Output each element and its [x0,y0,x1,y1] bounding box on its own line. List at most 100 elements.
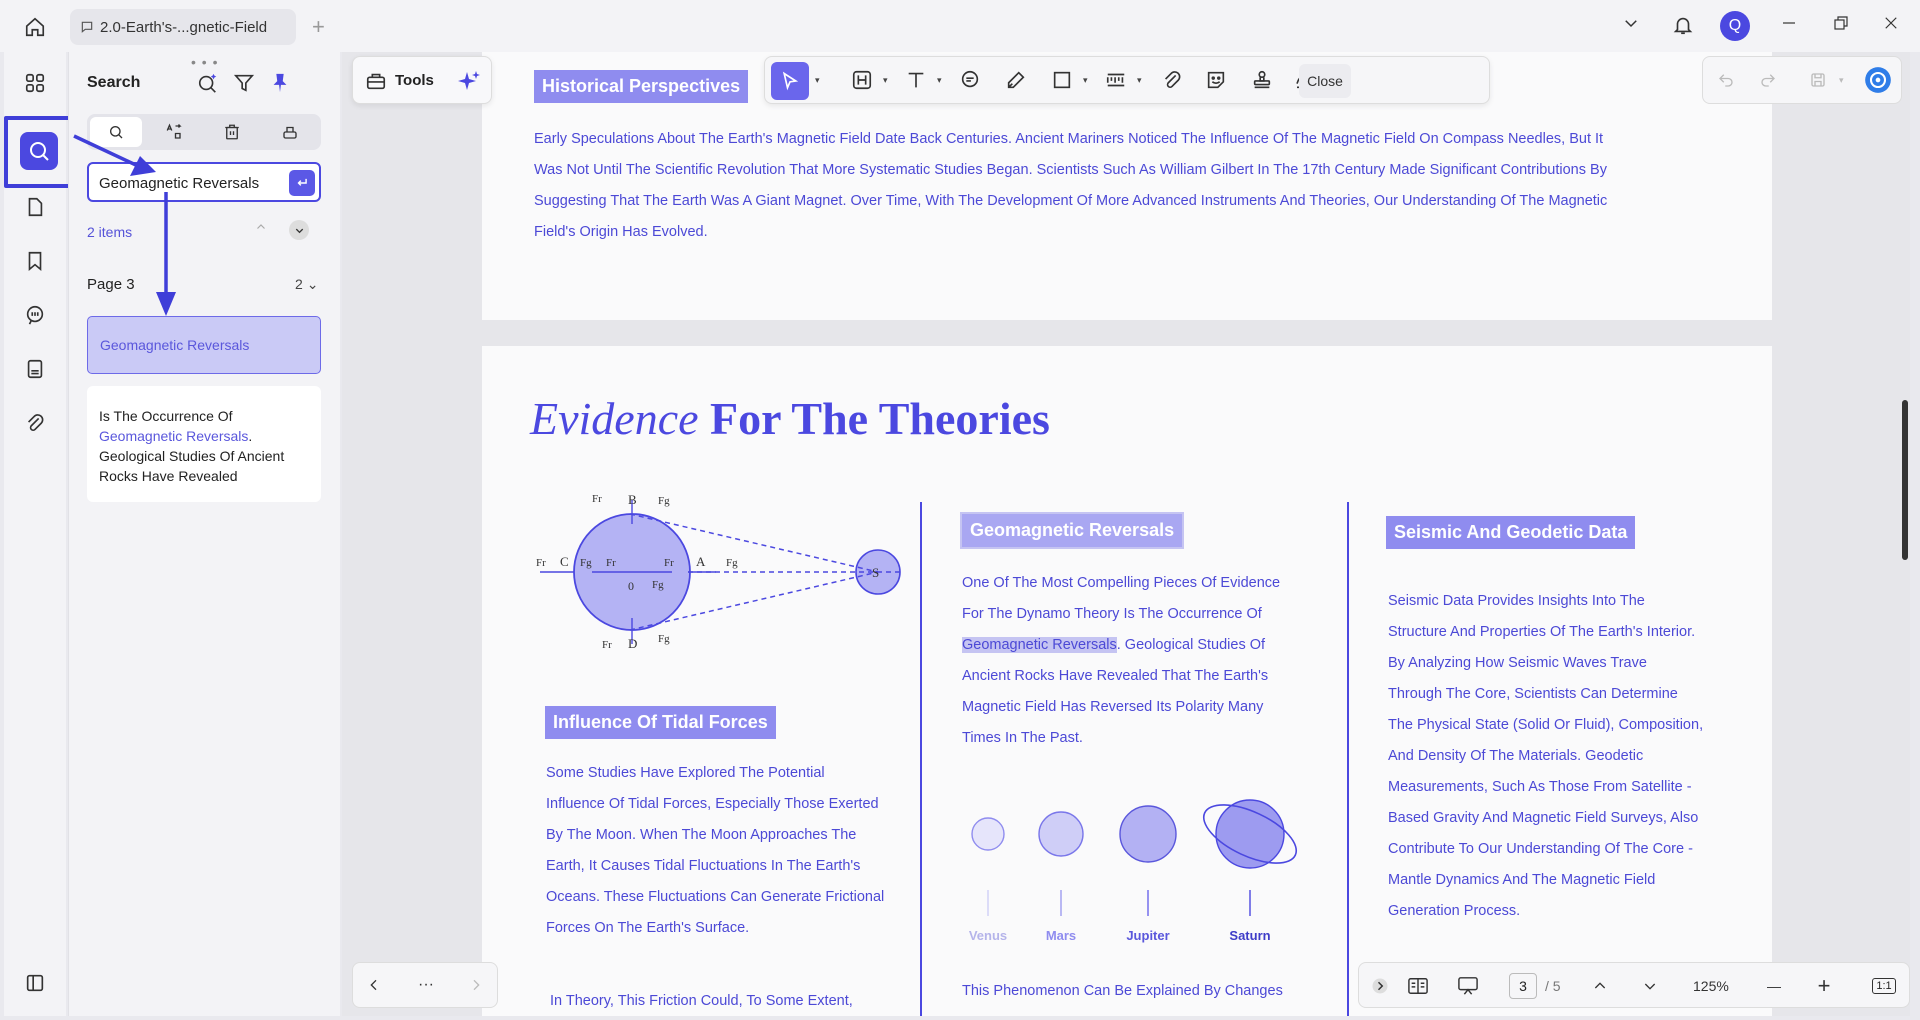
form-icon[interactable] [16,350,54,388]
search-rail-highlight [4,116,74,188]
panel-title: Search [87,74,141,91]
close-window-icon[interactable] [1882,14,1900,32]
save-icon[interactable] [1803,65,1833,95]
chevron-down-icon[interactable]: ▾ [1839,75,1844,86]
presentation-icon[interactable] [1453,971,1483,1001]
page-number-input[interactable]: 3 [1509,973,1537,999]
vertical-scrollbar[interactable] [1902,400,1908,560]
replace-icon[interactable] [148,117,200,147]
redo-icon[interactable] [1753,65,1783,95]
search-match-highlight[interactable]: Geomagnetic Reversals [962,637,1117,653]
previous-page-icon[interactable] [359,970,389,1000]
add-tab-button[interactable]: + [312,14,325,40]
stamp-search-icon[interactable] [264,117,316,147]
page-layout-icon[interactable] [1403,971,1433,1001]
expand-icon[interactable] [1365,971,1395,1001]
paragraph-reversals-continued: This Phenomenon Can Be Explained By Chan… [962,983,1283,999]
sticker-icon[interactable] [1201,65,1231,95]
label-fr-center: Fr [606,557,616,569]
result-page-label: Page 3 [87,276,135,293]
chevron-down-icon[interactable]: ▾ [1137,75,1142,86]
comments-icon[interactable] [16,296,54,334]
enter-icon[interactable] [289,170,315,196]
label-c: C [560,554,569,569]
next-result-icon[interactable] [289,220,309,240]
paragraph-geomagnetic-reversals: One Of The Most Compelling Pieces Of Evi… [962,575,1281,746]
pen-icon[interactable] [1001,65,1031,95]
search-result-context[interactable]: Is The Occurrence Of Geomagnetic Reversa… [87,386,321,502]
tidal-forces-diagram: B C A D 0 S Fr Fg Fr Fg Fr Fr Fg Fg Fr F… [536,492,904,651]
heading-icon[interactable] [847,65,877,95]
label-fg-bottom: Fg [658,633,670,645]
label-fg-left: Fg [580,557,592,569]
text-icon[interactable] [901,65,931,95]
toolbox-icon [366,73,386,90]
page-total: / 5 [1545,978,1561,994]
undo-icon[interactable] [1711,65,1741,95]
text-search-icon[interactable] [90,117,142,147]
page-icon[interactable] [16,188,54,226]
next-page-icon[interactable] [461,970,491,1000]
document-tab[interactable]: 2.0-Earth's-...gnetic-Field [70,9,296,45]
annotation-toolbar: ▾ ▾ ▾ ▾ ▾ Close [764,56,1490,104]
planet-label-venus: Venus [968,928,1008,943]
zoom-in-button[interactable]: + [1809,971,1839,1001]
close-toolbar-button[interactable]: Close [1299,64,1351,98]
results-count: 2 items [87,224,133,240]
chevron-down-icon[interactable]: ▾ [1083,75,1088,86]
page-nav-bar: ··· [352,962,498,1008]
minimize-icon[interactable] [1780,14,1798,32]
more-icon[interactable]: ··· [411,970,441,1000]
paperclip-icon[interactable] [1157,65,1187,95]
apps-grid-icon[interactable] [16,64,54,102]
restore-icon[interactable] [1832,14,1850,32]
chevron-down-icon[interactable] [1635,971,1665,1001]
measure-icon[interactable] [1101,65,1131,95]
ai-sparkle-icon[interactable] [457,69,481,93]
zoom-level[interactable]: 125% [1693,978,1729,994]
rectangle-icon[interactable] [1047,65,1077,95]
tab-title: 2.0-Earth's-...gnetic-Field [100,18,268,36]
avatar[interactable]: Q [1720,11,1750,41]
paragraph-tidal-forces: Some Studies Have Explored The Potential… [546,765,885,936]
paragraph-tidal-continued: In Theory, This Friction Could, To Some … [550,993,853,1009]
zoom-out-button[interactable]: — [1759,971,1789,1001]
ai-assistant-icon[interactable] [1863,65,1893,95]
chevron-up-icon[interactable] [1585,971,1615,1001]
bookmark-icon[interactable] [16,242,54,280]
actual-size-button[interactable]: 1:1 [1869,971,1899,1001]
column-divider-1 [920,502,922,1016]
redact-icon[interactable] [206,117,258,147]
planets-illustration [971,799,1298,916]
chevron-down-icon[interactable]: ▾ [937,75,942,86]
sidebar-toggle-icon[interactable] [16,964,54,1002]
bell-icon[interactable] [1672,14,1694,36]
stamp-icon[interactable] [1247,65,1277,95]
planet-label-mars: Mars [1045,928,1077,943]
select-cursor-icon[interactable] [771,62,809,100]
label-fr-top: Fr [592,493,602,505]
search-panel: • • • Search 2 items Page 3 2 ⌄ [68,52,340,1016]
label-fg-center: Fg [652,579,664,591]
history-toolbar: ▾ [1702,56,1902,104]
tools-button[interactable]: Tools [352,56,492,104]
filter-icon[interactable] [229,68,259,98]
page-title: Evidence For The Theories [530,393,1050,444]
search-input[interactable] [99,172,279,194]
heading-historical: Historical Perspectives [534,70,749,103]
search-result-selected[interactable]: Geomagnetic Reversals [87,316,321,374]
planet-jupiter [1119,805,1177,863]
search-mode-tabs [87,114,321,150]
comment-bubble-icon[interactable] [955,65,985,95]
home-icon[interactable] [18,12,52,42]
ai-search-icon[interactable] [193,68,223,98]
chevron-up-icon[interactable] [255,220,267,236]
pin-icon[interactable] [265,68,295,98]
chevron-down-icon[interactable] [1622,14,1640,32]
chevron-down-icon[interactable]: ▾ [883,75,888,86]
result-page-count[interactable]: 2 ⌄ [295,276,318,293]
attachment-icon[interactable] [16,404,54,442]
search-icon[interactable] [20,132,58,170]
chevron-down-icon[interactable]: ▾ [815,75,820,86]
search-field[interactable] [87,162,321,202]
